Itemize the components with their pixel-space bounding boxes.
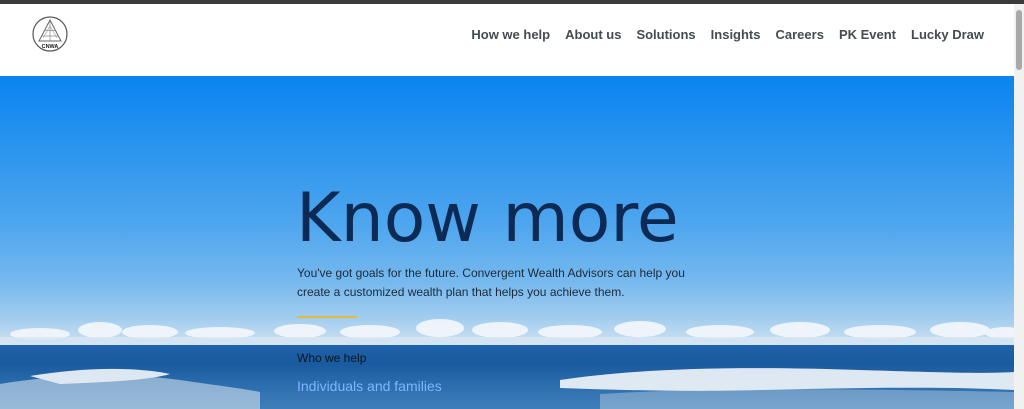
horizon-clouds (0, 319, 1014, 348)
main-navigation: How we help About us Solutions Insights … (471, 27, 984, 42)
nav-lucky-draw[interactable]: Lucky Draw (911, 27, 984, 42)
cnwa-logo[interactable]: CNWA (31, 15, 69, 53)
nav-careers[interactable]: Careers (776, 27, 824, 42)
hero-description: You've got goals for the future. Converg… (297, 266, 685, 299)
site-header: CNWA How we help About us Solutions Insi… (0, 4, 1014, 76)
hero-banner: Know more You've got goals for the futur… (0, 76, 1014, 409)
who-we-help-label: Who we help (297, 351, 367, 365)
ocean-waves (0, 368, 1014, 409)
hero-title: Know more (296, 179, 679, 258)
nav-solutions[interactable]: Solutions (636, 27, 695, 42)
scrollbar-thumb[interactable] (1016, 10, 1022, 70)
page-scrollbar[interactable] (1014, 4, 1024, 409)
nav-insights[interactable]: Insights (711, 27, 761, 42)
nav-about-us[interactable]: About us (565, 27, 621, 42)
nav-how-we-help[interactable]: How we help (471, 27, 550, 42)
individuals-families-link[interactable]: Individuals and families (297, 378, 442, 394)
logo-emblem-icon: CNWA (32, 16, 68, 52)
gold-divider (297, 316, 357, 318)
nav-pk-event[interactable]: PK Event (839, 27, 896, 42)
logo-text: CNWA (42, 44, 59, 50)
